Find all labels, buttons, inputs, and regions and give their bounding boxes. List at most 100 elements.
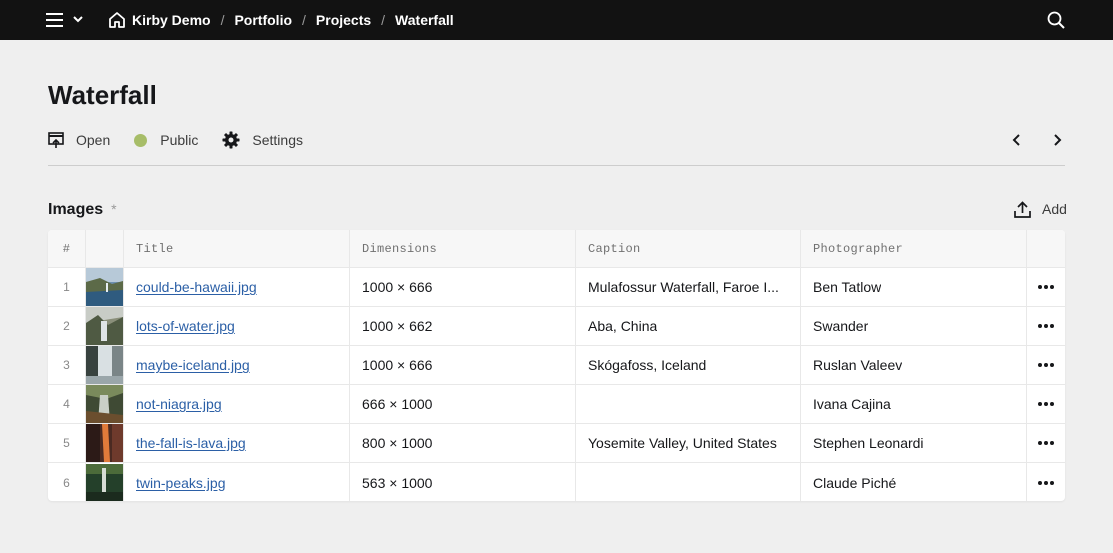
header-options: [1027, 230, 1065, 267]
photographer-value: Ruslan Valeev: [813, 357, 903, 373]
file-link[interactable]: not-niagra.jpg: [136, 396, 222, 412]
dimensions-value: 800 × 1000: [362, 435, 433, 451]
row-options-button[interactable]: [1027, 424, 1065, 462]
thumbnail-image: [86, 385, 123, 423]
caption-value: Aba, China: [588, 318, 658, 334]
file-link[interactable]: maybe-iceland.jpg: [136, 357, 250, 373]
breadcrumb-separator: /: [302, 12, 306, 28]
dimensions-value: 563 × 1000: [362, 474, 433, 491]
row-index: 1: [48, 268, 86, 306]
file-link[interactable]: the-fall-is-lava.jpg: [136, 435, 246, 451]
row-options-button[interactable]: [1027, 346, 1065, 384]
thumbnail[interactable]: [86, 307, 124, 345]
thumbnail[interactable]: [86, 385, 124, 423]
menu-button[interactable]: [46, 11, 90, 29]
file-link[interactable]: could-be-hawaii.jpg: [136, 279, 257, 295]
dimensions-value: 1000 × 666: [362, 357, 433, 373]
table-row[interactable]: 1 could-be-hawaii.jpg 1000 × 666 Mulafos…: [48, 268, 1065, 307]
more-options-icon: [1038, 363, 1054, 367]
file-link[interactable]: lots-of-water.jpg: [136, 318, 235, 334]
breadcrumb-separator: /: [220, 12, 225, 28]
row-index: 2: [48, 307, 86, 345]
breadcrumb: Kirby Demo / Portfolio / Projects / Wate…: [108, 0, 454, 40]
row-options-button[interactable]: [1027, 463, 1065, 501]
table-header-row: # Title Dimensions Caption Photographer: [48, 230, 1065, 268]
photographer-value: Stephen Leonardi: [813, 435, 924, 451]
status-button[interactable]: Public: [134, 132, 198, 148]
search-button[interactable]: [1046, 10, 1066, 30]
breadcrumb-item-kirby-demo[interactable]: Kirby Demo: [132, 12, 211, 28]
dimensions-value: 1000 × 666: [362, 279, 433, 295]
breadcrumb-item-projects[interactable]: Projects: [316, 12, 371, 28]
thumbnail-image: [86, 346, 123, 384]
table-row[interactable]: 5 the-fall-is-lava.jpg 800 × 1000 Yosemi…: [48, 424, 1065, 463]
images-table: # Title Dimensions Caption Photographer …: [48, 230, 1065, 501]
row-index: 4: [48, 385, 86, 423]
header-index: #: [48, 230, 86, 267]
table-row[interactable]: 2 lots-of-water.jpg 1000 × 662 Aba, Chin…: [48, 307, 1065, 346]
breadcrumb-item-waterfall[interactable]: Waterfall: [395, 12, 454, 28]
more-options-icon: [1038, 324, 1054, 328]
photographer-value: Ben Tatlow: [813, 279, 882, 295]
status-label: Public: [160, 132, 199, 148]
thumbnail-image: [86, 268, 123, 306]
thumbnail[interactable]: [86, 424, 124, 462]
section-title: Images: [48, 201, 104, 218]
header-divider: [48, 165, 1065, 166]
chevron-right-icon: [1054, 134, 1062, 146]
home-icon: [109, 12, 125, 28]
status-dot-icon: [134, 133, 148, 147]
row-index: 6: [48, 463, 86, 501]
table-row[interactable]: 4 not-niagra.jpg 666 × 1000 Ivana Cajina: [48, 385, 1065, 424]
thumbnail-image: [86, 463, 123, 501]
more-options-icon: [1038, 285, 1054, 289]
hamburger-icon: [46, 13, 83, 27]
header-caption[interactable]: Caption: [576, 230, 801, 267]
previous-page-button[interactable]: [1008, 131, 1026, 149]
photographer-value: Ivana Cajina: [813, 396, 891, 412]
dimensions-value: 1000 × 662: [362, 318, 433, 334]
more-options-icon: [1038, 441, 1054, 445]
row-options-button[interactable]: [1027, 385, 1065, 423]
caption-value: Skógafoss, Iceland: [588, 357, 707, 373]
settings-button[interactable]: Settings: [222, 131, 303, 149]
table-row[interactable]: 3 maybe-iceland.jpg 1000 × 666 Skógafoss…: [48, 346, 1065, 385]
search-icon: [1047, 11, 1065, 29]
chevron-left-icon: [1012, 134, 1020, 146]
add-button[interactable]: Add: [1014, 199, 1067, 219]
photographer-value: Claude Piché: [813, 474, 897, 491]
dimensions-value: 666 × 1000: [362, 396, 433, 412]
header-dimensions[interactable]: Dimensions: [350, 230, 576, 267]
row-options-button[interactable]: [1027, 268, 1065, 306]
caption-value: Yosemite Valley, United States: [588, 435, 777, 451]
caption-value: Mulafossur Waterfall, Faroe I...: [588, 279, 779, 295]
next-page-button[interactable]: [1048, 131, 1066, 149]
topbar: Kirby Demo / Portfolio / Projects / Wate…: [0, 0, 1113, 40]
header-image: [86, 230, 124, 267]
header-photographer[interactable]: Photographer: [801, 230, 1027, 267]
thumbnail[interactable]: [86, 463, 124, 501]
open-button[interactable]: Open: [48, 132, 110, 148]
row-options-button[interactable]: [1027, 307, 1065, 345]
open-in-browser-icon: [48, 132, 64, 148]
add-label: Add: [1042, 201, 1067, 217]
file-link[interactable]: twin-peaks.jpg: [136, 475, 226, 491]
breadcrumb-item-portfolio[interactable]: Portfolio: [234, 12, 292, 28]
page-actions: Open Public Settings: [48, 129, 327, 151]
settings-label: Settings: [252, 132, 303, 148]
more-options-icon: [1038, 480, 1054, 485]
page-title: Waterfall: [48, 80, 157, 110]
open-label: Open: [76, 132, 111, 148]
header-title[interactable]: Title: [124, 230, 350, 267]
row-index: 5: [48, 424, 86, 462]
photographer-value: Swander: [813, 318, 869, 334]
upload-icon: [1014, 200, 1031, 218]
section-label: Images *: [48, 199, 117, 220]
required-marker: *: [111, 201, 117, 217]
more-options-icon: [1038, 402, 1054, 406]
table-row[interactable]: 6 twin-peaks.jpg 563 × 1000 Claude Piché: [48, 463, 1065, 501]
gear-icon: [222, 131, 240, 149]
thumbnail[interactable]: [86, 346, 124, 384]
thumbnail[interactable]: [86, 268, 124, 306]
thumbnail-image: [86, 307, 123, 345]
